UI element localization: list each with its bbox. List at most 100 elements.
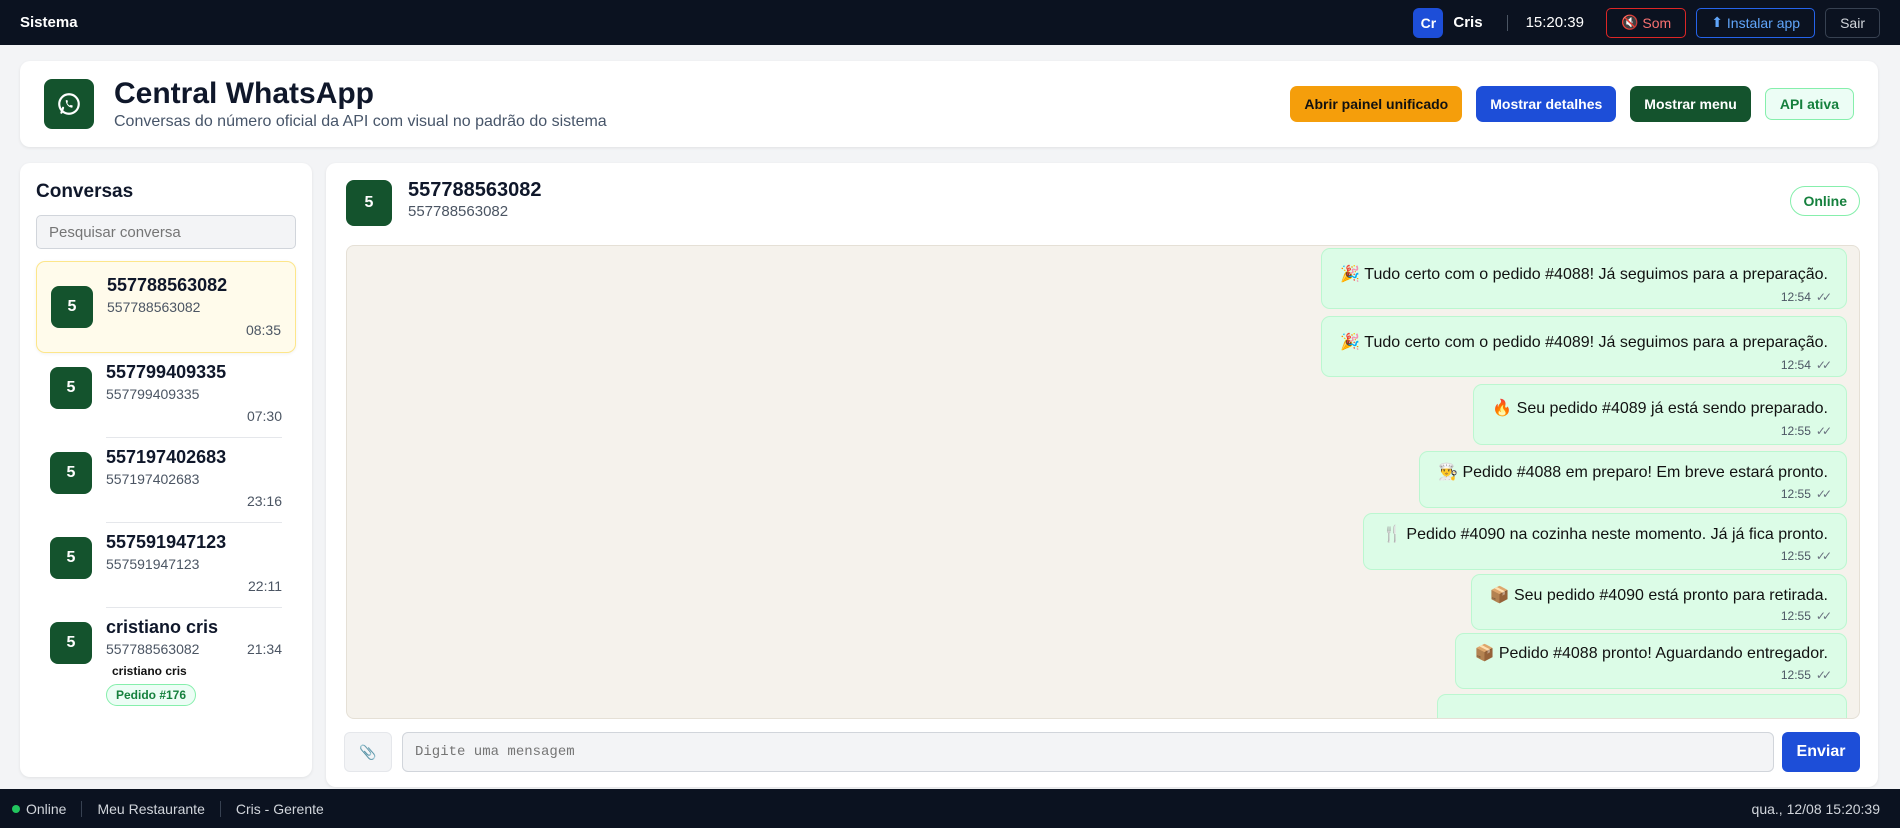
message-time: 12:55 [1780,668,1811,682]
show-menu-button[interactable]: Mostrar menu [1630,86,1751,122]
message-text: 📦 Pedido #4088 pronto! Aguardando entreg… [1474,645,1828,662]
double-check-icon: ✓✓ [1815,549,1832,563]
online-dot-icon [12,804,20,813]
user-name: Cris [1453,14,1483,31]
party-icon: 🎉 [1340,334,1361,351]
paperclip-icon: 📎 [359,743,377,760]
message-meta: 12:55 ✓✓ [1780,424,1832,438]
message-bubble: 📦 Pedido #4088 pronto! Aguardando entreg… [1455,633,1847,689]
conversation-item[interactable]: 5 557197402683 557197402683 23:16 [36,438,296,523]
order-badge[interactable]: Pedido #176 [106,684,197,706]
api-status-badge: API ativa [1764,88,1854,120]
online-status-badge: Online [1790,186,1860,216]
message-text: 👨‍🍳 Pedido #4088 em preparo! Em breve es… [1438,464,1828,481]
message-meta: 12:55 ✓✓ [1780,487,1832,501]
message-time: 12:55 [1780,609,1811,623]
download-icon: ⬆ [1711,14,1723,30]
contact-avatar: 5 [50,452,92,494]
last-message-time: 23:16 [246,493,282,509]
contact-number: 557591947123 [106,556,200,572]
contact-avatar: 5 [51,286,93,328]
last-message-time: 21:34 [246,641,282,657]
send-button[interactable]: Enviar [1782,732,1860,772]
message-time: 12:55 [1780,549,1811,563]
chat-contact-avatar: 5 [346,180,392,226]
message-meta: 12:54 ✓✓ [1780,290,1832,304]
system-label: Sistema [20,14,78,31]
attach-button[interactable]: 📎 [344,732,392,772]
speaker-icon: 🔇 [1620,14,1639,30]
double-check-icon: ✓✓ [1815,358,1832,372]
message-input[interactable] [402,732,1774,772]
message-text: 🔥 Seu pedido #4089 já está sendo prepara… [1492,400,1828,417]
message-bubble: 🔥 Seu pedido #4089 já está sendo prepara… [1473,384,1847,445]
double-check-icon: ✓✓ [1815,424,1832,438]
message-text: 🎉 Tudo certo com o pedido #4088! Já segu… [1340,266,1828,283]
divider [1506,14,1508,31]
double-check-icon: ✓✓ [1815,487,1832,501]
contact-name: 557197402683 [106,447,227,467]
datetime: qua., 12/08 15:20:39 [1751,800,1880,817]
open-unified-panel-button[interactable]: Abrir painel unificado [1290,86,1463,122]
contact-name: cristiano cris [106,617,219,637]
contact-avatar: 5 [50,537,92,579]
contact-number: 557788563082 [106,641,200,657]
chat-panel: 5 557788563082 557788563082 Online 🎉 Tud… [326,163,1878,787]
contact-name: 557799409335 [106,362,227,382]
show-details-button[interactable]: Mostrar detalhes [1476,86,1617,122]
chat-contact-number: 557788563082 [408,203,509,220]
fire-icon: 🔥 [1492,400,1513,417]
page-subtitle: Conversas do número oficial da API com v… [114,113,607,130]
conversation-item[interactable]: 5 557788563082 557788563082 08:35 [36,261,296,353]
restaurant-name: Meu Restaurante [97,800,205,817]
message-bubble: 👨‍🍳 Pedido #4088 em preparo! Em breve es… [1419,451,1847,508]
contact-name: 557788563082 [107,275,228,295]
double-check-icon: ✓✓ [1815,668,1832,682]
sound-label: Som [1642,14,1672,31]
divider [81,800,83,817]
header-actions: Abrir painel unificado Mostrar detalhes … [1290,86,1854,122]
conversation-list: 5 557788563082 557788563082 08:35 5 5577… [36,261,296,718]
message-meta: 12:55 ✓✓ [1780,668,1832,682]
conversation-item[interactable]: 5 557591947123 557591947123 22:11 [36,523,296,608]
page-header: Central WhatsApp Conversas do número ofi… [20,61,1878,147]
sound-button[interactable]: 🔇 Som [1605,7,1687,38]
sidebar-title: Conversas [36,181,134,202]
message-text: 🎉 Tudo certo com o pedido #4089! Já segu… [1340,334,1828,351]
conversation-item[interactable]: 5 557799409335 557799409335 07:30 [36,353,296,438]
clock: 15:20:39 [1525,14,1584,31]
chef-icon: 👨‍🍳 [1438,464,1458,481]
double-check-icon: ✓✓ [1815,609,1832,623]
party-icon: 🎉 [1340,266,1361,283]
top-bar-right: Cr Cris 15:20:39 🔇 Som ⬆ Instalar app Sa… [1413,7,1880,38]
message-time: 12:55 [1780,487,1811,501]
divider [219,800,221,817]
whatsapp-logo-icon [44,79,94,129]
top-bar: Sistema Cr Cris 15:20:39 🔇 Som ⬆ Instala… [0,0,1900,45]
install-app-button[interactable]: ⬆ Instalar app [1696,7,1816,38]
conversations-sidebar: Conversas 5 557788563082 557788563082 08… [20,163,312,777]
status-bar: Online Meu Restaurante Cris - Gerente qu… [0,789,1900,828]
message-time: 12:55 [1780,424,1811,438]
search-conversation-input[interactable] [36,215,296,249]
message-bubble: 🎉 Tudo certo com o pedido #4089! Já segu… [1321,316,1847,377]
double-check-icon: ✓✓ [1815,290,1832,304]
last-message-time: 22:11 [248,578,282,594]
message-meta: 12:54 ✓✓ [1781,358,1832,372]
logout-button[interactable]: Sair [1825,7,1880,38]
message-text: 📦 Seu pedido #4090 está pronto para reti… [1489,587,1828,604]
message-time: 12:54 [1780,290,1811,304]
message-area[interactable]: 🎉 Tudo certo com o pedido #4088! Já segu… [346,245,1860,719]
user-avatar[interactable]: Cr [1413,7,1444,38]
fork-knife-icon: 🍴 [1382,526,1402,543]
message-bubble: 🎉 Tudo certo com o pedido #4088! Já segu… [1321,248,1847,309]
message-bubble-partial [1437,694,1847,718]
online-status: Online [26,800,67,817]
header-text: Central WhatsApp Conversas do número ofi… [114,77,607,131]
contact-subtitle: cristiano cris [112,664,187,678]
message-composer: 📎 Enviar [344,732,1860,772]
message-bubble: 🍴 Pedido #4090 na cozinha neste momento.… [1363,513,1847,570]
conversation-item[interactable]: 5 cristiano cris 557788563082 21:34 cris… [36,608,296,718]
contact-number: 557788563082 [107,299,201,315]
last-message-time: 08:35 [245,322,281,338]
